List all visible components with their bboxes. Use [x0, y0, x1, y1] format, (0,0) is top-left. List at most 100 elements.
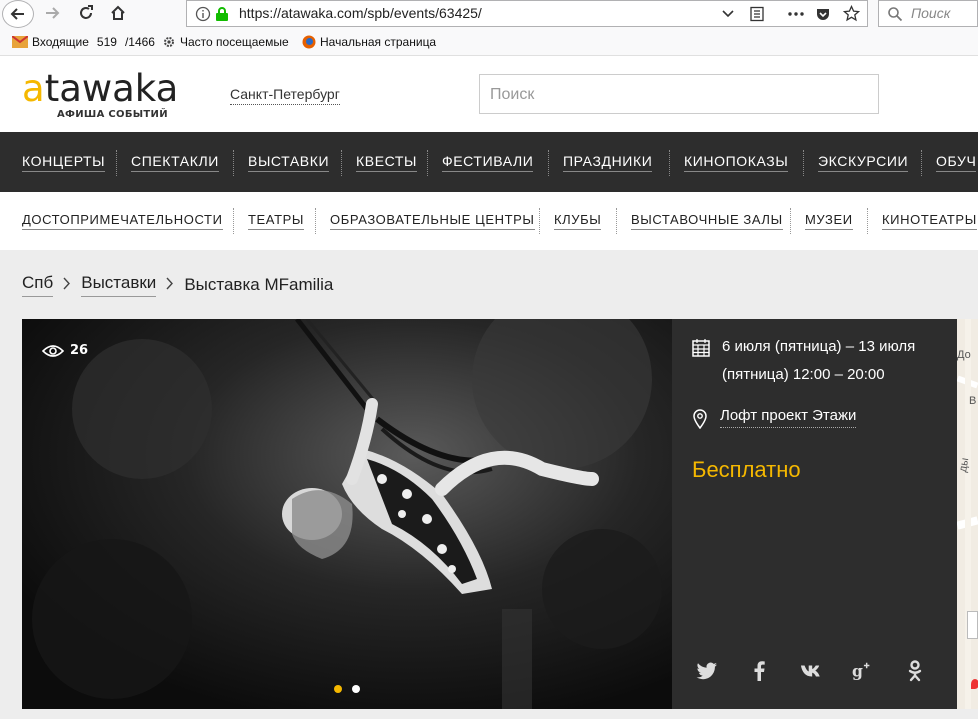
- bookmark-most-visited[interactable]: Часто посещаемые: [162, 35, 289, 49]
- subnav-separator: [233, 208, 234, 234]
- reader-view-icon[interactable]: [749, 6, 765, 22]
- subnav-item-education-centers[interactable]: ОБРАЗОВАТЕЛЬНЫЕ ЦЕНТРЫ: [330, 212, 535, 230]
- breadcrumb-home[interactable]: Спб: [22, 273, 54, 297]
- bookmark-inbox[interactable]: Входящие 519 /1466: [12, 35, 155, 49]
- firefox-icon: [302, 35, 316, 49]
- slider-dot-1[interactable]: [334, 685, 342, 693]
- subnav-separator: [315, 208, 316, 234]
- views-counter: 26: [42, 343, 88, 358]
- site-logo[interactable]: atawaka АФИША СОБЫТИЙ: [22, 70, 178, 120]
- nav-separator: [116, 150, 117, 176]
- city-selector[interactable]: Санкт-Петербург: [230, 86, 340, 105]
- chevron-down-icon[interactable]: [721, 6, 735, 20]
- page-actions-icon[interactable]: [787, 7, 805, 21]
- subnav-separator: [867, 208, 868, 234]
- subnav-item-theaters[interactable]: ТЕАТРЫ: [248, 212, 304, 230]
- bookmark-star-icon[interactable]: [843, 5, 860, 22]
- subnav-separator: [539, 208, 540, 234]
- facebook-icon[interactable]: [748, 659, 770, 683]
- nav-item-quests[interactable]: КВЕСТЫ: [356, 153, 418, 172]
- pocket-icon[interactable]: [815, 6, 831, 22]
- inbox-total: /1466: [124, 35, 155, 49]
- eye-icon: [42, 344, 64, 357]
- browser-search-input[interactable]: Поиск: [878, 0, 978, 27]
- map-pin-icon: [693, 409, 707, 429]
- home-page-label: Начальная страница: [320, 35, 437, 49]
- bookmarks-bar: Входящие 519 /1466 Часто посещаемые Нача…: [0, 28, 978, 56]
- nav-separator: [427, 150, 428, 176]
- url-text[interactable]: https://atawaka.com/spb/events/63425/: [239, 5, 482, 21]
- back-button[interactable]: [2, 0, 34, 28]
- lock-icon[interactable]: [215, 6, 229, 22]
- event-date: 6 июля (пятница) – 13 июля (пятница) 12:…: [722, 333, 942, 389]
- subnav-separator: [790, 208, 791, 234]
- subnav-item-cinemas[interactable]: КИНОТЕАТРЫ: [882, 212, 977, 230]
- site-header: atawaka АФИША СОБЫТИЙ Санкт-Петербург По…: [0, 56, 978, 132]
- subnav-item-clubs[interactable]: КЛУБЫ: [554, 212, 602, 230]
- event-info-panel: 6 июля (пятница) – 13 июля (пятница) 12:…: [672, 319, 957, 709]
- inbox-label: Входящие: [32, 35, 89, 49]
- location-map[interactable]: До В ды: [957, 319, 978, 709]
- map-label: В: [969, 395, 977, 407]
- map-label: До: [957, 349, 971, 361]
- bookmark-home-page[interactable]: Начальная страница: [302, 35, 436, 49]
- twitter-icon[interactable]: [696, 659, 718, 683]
- subnav-item-museums[interactable]: МУЗЕИ: [805, 212, 853, 230]
- info-icon[interactable]: [195, 6, 211, 22]
- map-label: ды: [957, 456, 972, 474]
- odnoklassniki-icon[interactable]: [904, 659, 926, 683]
- nav-separator: [669, 150, 670, 176]
- nav-separator: [921, 150, 922, 176]
- breadcrumb-current: Выставка MFamilia: [184, 275, 334, 294]
- site-search-input[interactable]: Поиск: [479, 74, 879, 114]
- map-marker-icon[interactable]: [971, 679, 978, 689]
- nav-item-holidays[interactable]: ПРАЗДНИКИ: [563, 153, 653, 172]
- nav-item-film-screenings[interactable]: КИНОПОКАЗЫ: [684, 153, 789, 172]
- google-plus-icon[interactable]: g: [852, 659, 874, 683]
- views-count: 26: [70, 343, 89, 358]
- most-visited-label: Часто посещаемые: [180, 35, 289, 49]
- event-date-line2: (пятница) 12:00 – 20:00: [722, 366, 885, 383]
- arrow-right-icon: [46, 7, 60, 19]
- event-place-link[interactable]: Лофт проект Этажи: [720, 407, 857, 428]
- nav-separator: [341, 150, 342, 176]
- main-nav: КОНЦЕРТЫ СПЕКТАКЛИ ВЫСТАВКИ КВЕСТЫ ФЕСТИ…: [0, 132, 978, 192]
- home-button[interactable]: [104, 0, 132, 26]
- home-icon: [111, 5, 125, 20]
- calendar-icon: [692, 339, 710, 357]
- map-zoom-control[interactable]: [967, 611, 978, 639]
- subnav-item-exhibition-halls[interactable]: ВЫСТАВОЧНЫЕ ЗАЛЫ: [631, 212, 783, 230]
- inbox-count: 519: [96, 35, 117, 49]
- event-date-row: 6 июля (пятница) – 13 июля (пятница) 12:…: [692, 333, 942, 389]
- breadcrumb-section[interactable]: Выставки: [81, 273, 157, 297]
- map-road: [965, 319, 971, 709]
- reload-button[interactable]: [72, 0, 100, 26]
- nav-separator: [548, 150, 549, 176]
- forward-button[interactable]: [38, 0, 66, 26]
- nav-item-spectacles[interactable]: СПЕКТАКЛИ: [131, 153, 219, 172]
- nav-item-festivals[interactable]: ФЕСТИВАЛИ: [442, 153, 534, 172]
- svg-text:g: g: [852, 662, 863, 681]
- gear-icon: [164, 37, 174, 47]
- nav-item-exhibitions[interactable]: ВЫСТАВКИ: [248, 153, 330, 172]
- browser-toolbar: https://atawaka.com/spb/events/63425/ По…: [0, 0, 978, 28]
- gmail-icon: [12, 36, 28, 48]
- social-share: g: [696, 659, 926, 683]
- address-bar[interactable]: https://atawaka.com/spb/events/63425/: [186, 0, 868, 27]
- event-price: Бесплатно: [692, 457, 801, 482]
- nav-item-concerts[interactable]: КОНЦЕРТЫ: [22, 153, 106, 172]
- subnav-item-sights[interactable]: ДОСТОПРИМЕЧАТЕЛЬНОСТИ: [22, 212, 223, 230]
- event-date-line1: 6 июля (пятница) – 13 июля: [722, 338, 916, 355]
- event-place-row: Лофт проект Этажи: [692, 407, 857, 429]
- event-image: [22, 319, 672, 709]
- event-photo[interactable]: 26: [22, 319, 672, 709]
- nav-item-excursions[interactable]: ЭКСКУРСИИ: [818, 153, 909, 172]
- slider-dot-2[interactable]: [352, 685, 360, 693]
- breadcrumb: Спб Выставки Выставка MFamilia: [22, 273, 333, 297]
- vk-icon[interactable]: [800, 659, 822, 683]
- nav-separator: [803, 150, 804, 176]
- nav-item-education[interactable]: ОБУЧ: [936, 153, 977, 172]
- logo-subtitle: АФИША СОБЫТИЙ: [57, 109, 168, 120]
- reload-icon: [80, 5, 93, 19]
- chevron-right-icon: [166, 275, 174, 295]
